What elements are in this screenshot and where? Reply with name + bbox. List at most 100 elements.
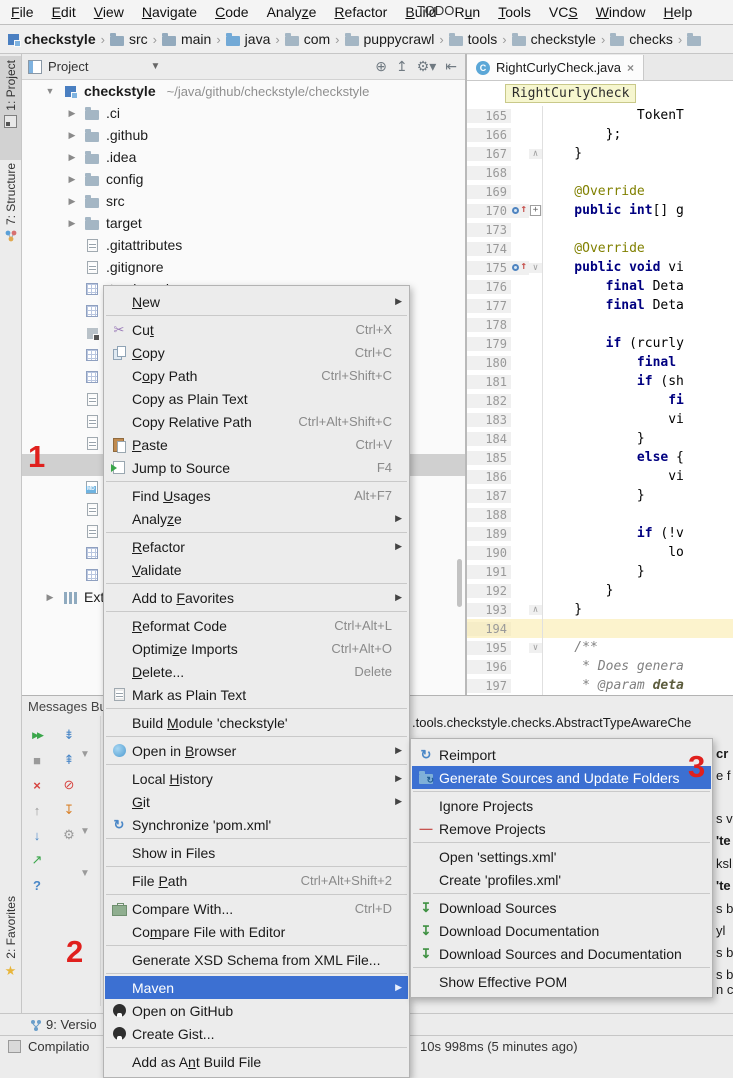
menu-item-download-sources[interactable]: ↧Download Sources <box>412 896 711 919</box>
menu-tools[interactable]: Tools <box>489 0 540 24</box>
menu-item-maven[interactable]: Maven▶ <box>105 976 408 999</box>
menu-item-show-in-files[interactable]: Show in Files <box>105 841 408 864</box>
editor-tab-rightcurlycheck[interactable]: C RightCurlyCheck.java × <box>467 55 644 80</box>
tree-expand-icon[interactable]: ▼ <box>80 749 90 760</box>
tree-item-config[interactable]: ▶config <box>22 168 465 190</box>
menu-item-download-documentation[interactable]: ↧Download Documentation <box>412 919 711 942</box>
menu-item-show-effective-pom[interactable]: Show Effective POM <box>412 970 711 993</box>
menu-item-mark-as-plain-text[interactable]: Mark as Plain Text <box>105 683 408 706</box>
menu-help[interactable]: Help <box>655 0 702 24</box>
settings-button[interactable]: ⚙ <box>60 826 78 844</box>
collapse-all-icon[interactable]: ↥ <box>396 58 408 75</box>
expand-all-button[interactable]: ⇟ <box>60 726 78 744</box>
chevron-right-icon[interactable]: ▶ <box>66 196 78 207</box>
chevron-down-icon[interactable]: ▼ <box>150 61 160 72</box>
menu-item-optimize-imports[interactable]: Optimize ImportsCtrl+Alt+O <box>105 637 408 660</box>
menu-item-generate-sources-and-update-folders[interactable]: Generate Sources and Update Folders <box>412 766 711 789</box>
chevron-right-icon[interactable]: ▶ <box>66 108 78 119</box>
collapse-all-button[interactable]: ⇞ <box>60 751 78 769</box>
tree-expand-icon[interactable]: ▼ <box>80 868 90 879</box>
menu-item-add-as-ant-build-file[interactable]: Add as Ant Build File <box>105 1050 408 1073</box>
breadcrumb-item-puppycrawl[interactable]: puppycrawl <box>344 31 436 47</box>
prev-message-button[interactable]: ↑ <box>28 801 46 819</box>
menu-item-jump-to-source[interactable]: Jump to SourceF4 <box>105 456 408 479</box>
fold-marker[interactable]: + <box>529 205 542 216</box>
breadcrumb-item-src[interactable]: src <box>109 31 149 47</box>
menu-item-delete[interactable]: Delete...Delete <box>105 660 408 683</box>
menu-item-refactor[interactable]: Refactor▶ <box>105 535 408 558</box>
menu-edit[interactable]: Edit <box>43 0 85 24</box>
menu-item-add-to-favorites[interactable]: Add to Favorites▶ <box>105 586 408 609</box>
stop-button[interactable]: ■ <box>28 751 46 769</box>
menu-navigate[interactable]: Navigate <box>133 0 206 24</box>
scrollbar-thumb[interactable] <box>457 559 462 607</box>
menu-item-local-history[interactable]: Local History▶ <box>105 767 408 790</box>
hide-panel-icon[interactable]: ⇤ <box>445 58 457 75</box>
menu-vcs[interactable]: VCS <box>540 0 587 24</box>
menu-window[interactable]: Window <box>587 0 655 24</box>
chevron-right-icon[interactable]: ▶ <box>66 130 78 141</box>
menu-item-copy-path[interactable]: Copy PathCtrl+Shift+C <box>105 364 408 387</box>
menu-item-git[interactable]: Git▶ <box>105 790 408 813</box>
tree-expand-icon[interactable]: ▼ <box>80 826 90 837</box>
breadcrumb-item-tools[interactable]: tools <box>448 31 499 47</box>
menu-item-synchronize-pom-xml[interactable]: ↻Synchronize 'pom.xml' <box>105 813 408 836</box>
breadcrumb-item-checkstyle[interactable]: checkstyle <box>511 31 597 47</box>
overriding-method-icon[interactable] <box>511 204 528 218</box>
breadcrumb-item-com[interactable]: com <box>284 31 331 47</box>
tree-item-gitattributes[interactable]: .gitattributes <box>22 234 465 256</box>
menu-item-ignore-projects[interactable]: Ignore Projects <box>412 794 711 817</box>
fold-marker[interactable]: ∧ <box>529 605 542 615</box>
fold-marker[interactable]: ∨ <box>529 263 542 273</box>
tree-item-checkstyle[interactable]: ▼checkstyle~/java/github/checkstyle/chec… <box>22 80 465 102</box>
import-button[interactable]: ↧ <box>60 801 78 819</box>
breadcrumb-item-checkstyle[interactable]: checkstyle <box>7 31 97 47</box>
tool-window-tab-project[interactable]: 1: Project <box>0 56 21 160</box>
menu-item-compare-file-with-editor[interactable]: Compare File with Editor <box>105 920 408 943</box>
suspend-button[interactable]: ⊘ <box>60 776 78 794</box>
tree-item-target[interactable]: ▶target <box>22 212 465 234</box>
menu-item-reformat-code[interactable]: Reformat CodeCtrl+Alt+L <box>105 614 408 637</box>
fold-marker[interactable]: ∧ <box>529 149 542 159</box>
breadcrumb-item-item[interactable] <box>686 33 702 46</box>
menu-item-cut[interactable]: ✂CutCtrl+X <box>105 318 408 341</box>
menu-item-compare-with[interactable]: Compare With...Ctrl+D <box>105 897 408 920</box>
menu-analyze[interactable]: Analyze <box>258 0 326 24</box>
menu-item-analyze[interactable]: Analyze▶ <box>105 507 408 530</box>
menu-item-build-module-checkstyle[interactable]: Build Module 'checkstyle' <box>105 711 408 734</box>
menu-item-copy-as-plain-text[interactable]: Copy as Plain Text <box>105 387 408 410</box>
menu-item-open-in-browser[interactable]: Open in Browser▶ <box>105 739 408 762</box>
breadcrumb-item-checks[interactable]: checks <box>609 31 674 47</box>
tool-window-tab-structure[interactable]: 7: Structure <box>0 159 21 277</box>
rerun-button[interactable]: ▶▶ <box>28 726 46 744</box>
menu-item-validate[interactable]: Validate <box>105 558 408 581</box>
settings-icon[interactable]: ⚙▾ <box>417 58 437 75</box>
menu-item-open-on-github[interactable]: Open on GitHub <box>105 999 408 1022</box>
breadcrumb-item-java[interactable]: java <box>225 31 272 47</box>
menu-item-file-path[interactable]: File PathCtrl+Alt+Shift+2 <box>105 869 408 892</box>
tree-item-idea[interactable]: ▶.idea <box>22 146 465 168</box>
menu-refactor[interactable]: Refactor <box>325 0 396 24</box>
fold-expand-icon[interactable]: + <box>530 205 541 216</box>
close-button[interactable]: × <box>28 776 46 794</box>
chevron-right-icon[interactable]: ▶ <box>44 592 56 603</box>
close-icon[interactable]: × <box>627 61 634 75</box>
menu-item-copy[interactable]: CopyCtrl+C <box>105 341 408 364</box>
menu-item-generate-xsd-schema-from-xml-file[interactable]: Generate XSD Schema from XML File... <box>105 948 408 971</box>
tool-window-tab-version-control[interactable]: 9: Versio <box>30 1017 97 1032</box>
next-message-button[interactable]: ↓ <box>28 826 46 844</box>
overriding-method-icon[interactable] <box>511 261 528 275</box>
menu-item-download-sources-and-documentation[interactable]: ↧Download Sources and Documentation <box>412 942 711 965</box>
chevron-right-icon[interactable]: ▶ <box>66 174 78 185</box>
tree-item-src[interactable]: ▶src <box>22 190 465 212</box>
menu-item-remove-projects[interactable]: —Remove Projects <box>412 817 711 840</box>
chevron-right-icon[interactable]: ▶ <box>66 152 78 163</box>
menu-view[interactable]: View <box>85 0 133 24</box>
menu-item-reimport[interactable]: ↻Reimport <box>412 743 711 766</box>
menu-file[interactable]: File <box>2 0 43 24</box>
menu-code[interactable]: Code <box>206 0 257 24</box>
menu-item-create-profiles-xml[interactable]: Create 'profiles.xml' <box>412 868 711 891</box>
chevron-right-icon[interactable]: ▶ <box>66 218 78 229</box>
menu-item-find-usages[interactable]: Find UsagesAlt+F7 <box>105 484 408 507</box>
fold-marker[interactable]: ∨ <box>529 643 542 653</box>
